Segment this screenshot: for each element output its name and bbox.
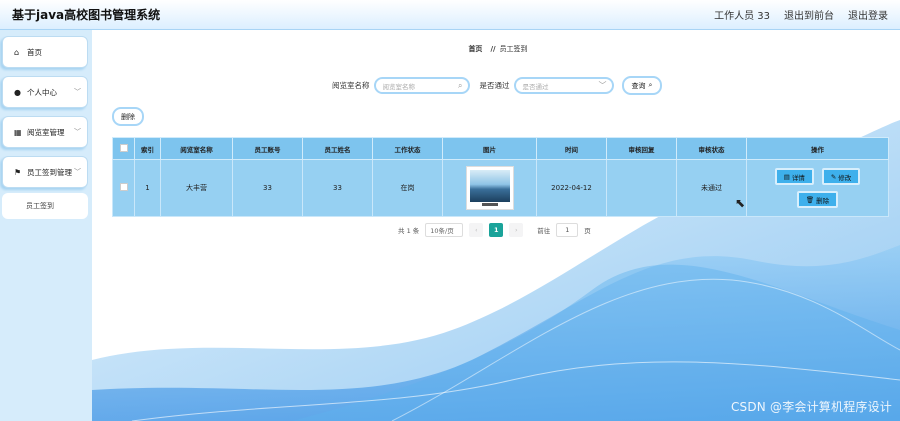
page-size-select[interactable]: 10条/页	[425, 223, 464, 237]
room-name-input[interactable]: 阅览室名称 ⌕	[373, 77, 470, 94]
room-name-label: 阅览室名称	[332, 81, 370, 90]
goto-label: 前往	[537, 227, 551, 235]
cell-room: 大丰营	[160, 159, 233, 217]
grid-icon: ▦	[14, 127, 22, 137]
trash-icon: 🗑	[805, 195, 815, 204]
sidebar-item-home[interactable]: ⌂ 首页	[2, 36, 88, 68]
user-icon: ●	[14, 87, 21, 97]
sidebar-item-label: 阅览室管理	[27, 127, 65, 137]
cell-index: 1	[134, 159, 161, 217]
exit-to-front-link[interactable]: 退出到前台	[784, 7, 834, 22]
row-actions-top: ▤ 详情 ✎ 修改	[774, 168, 861, 185]
sidebar-item-profile[interactable]: ● 个人中心 ﹀	[2, 76, 88, 108]
next-page-button[interactable]: ›	[509, 223, 524, 237]
chevron-down-icon: ﹀	[74, 88, 81, 96]
signin-table: 索引 阅览室名称 员工账号 员工姓名 工作状态 图片 时间 审核回复 审核状态 …	[112, 137, 889, 217]
chevron-down-icon: ﹀	[598, 81, 607, 90]
sidebar-item-label: 首页	[27, 47, 42, 57]
logout-link[interactable]: 退出登录	[848, 7, 888, 22]
watermark: CSDN @李会计算机程序设计	[730, 400, 892, 414]
column-header: 时间	[536, 137, 607, 160]
current-user: 工作人员 33	[714, 11, 770, 22]
delete-label: 删除	[816, 196, 830, 205]
row-checkbox[interactable]	[119, 183, 128, 191]
sidebar-item-signin-mgmt[interactable]: ⚑ 员工签到管理 ﹀	[2, 156, 88, 188]
select-all-checkbox-cell[interactable]	[112, 137, 135, 160]
chevron-down-icon: ﹀	[74, 128, 81, 136]
app-title: 基于java高校图书管理系统	[12, 8, 161, 22]
goto-page-input[interactable]: 1	[556, 223, 579, 237]
column-header: 操作	[746, 137, 889, 160]
home-icon: ⌂	[14, 47, 20, 57]
row-actions: ▤ 详情 ✎ 修改 🗑 删除	[747, 168, 888, 208]
search-icon: ⌕	[648, 81, 653, 89]
detail-label: 详情	[791, 173, 805, 182]
cell-name: 33	[302, 159, 373, 217]
cell-status: 在岗	[372, 159, 443, 217]
delete-button[interactable]: 🗑 删除	[796, 191, 839, 208]
column-header: 员工账号	[232, 137, 303, 160]
cell-account: 33	[232, 159, 303, 217]
breadcrumb-home[interactable]: 首页	[468, 45, 482, 53]
edit-label: 修改	[838, 173, 852, 182]
column-header: 图片	[442, 137, 537, 160]
cell-reply	[606, 159, 677, 217]
batch-delete-label: 删除	[121, 112, 135, 121]
sidebar-subitem-signin[interactable]: 员工签到	[2, 193, 88, 219]
sidebar-item-reading-room[interactable]: ▦ 阅览室管理 ﹀	[2, 116, 88, 148]
chevron-left-icon: ‹	[474, 226, 478, 234]
mouse-cursor-icon: ⬉	[735, 196, 746, 210]
cell-image	[442, 159, 537, 217]
cell-time: 2022-04-12	[536, 159, 607, 217]
monitor-stand	[481, 203, 498, 206]
column-header: 审核回复	[606, 137, 677, 160]
pass-status-select[interactable]: 是否通过 ﹀	[513, 77, 614, 94]
search-icon: ⌕	[458, 80, 463, 90]
select-all-checkbox[interactable]	[119, 143, 128, 152]
column-header: 工作状态	[372, 137, 443, 160]
top-header: 基于java高校图书管理系统 工作人员 33 退出到前台 退出登录	[0, 0, 900, 30]
column-header: 阅览室名称	[160, 137, 233, 160]
sidebar: ⌂ 首页 ● 个人中心 ﹀ ▦ 阅览室管理 ﹀ ⚑ 员工签到管理 ﹀ 员工签到	[0, 30, 92, 421]
pass-status-label: 是否通过	[479, 81, 510, 90]
search-bar: 阅览室名称 阅览室名称 ⌕ 是否通过 是否通过 ﹀ 查询 ⌕	[332, 76, 663, 95]
page-size-value: 10条/页	[430, 227, 454, 235]
column-header: 索引	[134, 137, 161, 160]
prev-page-button[interactable]: ‹	[469, 223, 484, 237]
room-name-placeholder: 阅览室名称	[382, 82, 416, 91]
column-header: 员工姓名	[302, 137, 373, 160]
breadcrumb-separator: //	[490, 45, 496, 53]
monitor-screen	[469, 170, 510, 202]
monitor-thumbnail[interactable]	[465, 166, 514, 210]
table-row: 1 大丰营 33 33 在岗 2022-04-12 未通过 ▤ 详情 ✎ 修改 …	[112, 159, 889, 217]
detail-icon: ▤	[783, 172, 790, 181]
detail-button[interactable]: ▤ 详情	[774, 168, 814, 185]
breadcrumb: 首页 //员工签到	[92, 44, 900, 54]
query-button[interactable]: 查询 ⌕	[621, 76, 663, 95]
current-page-button[interactable]: 1	[489, 223, 504, 237]
query-label: 查询	[631, 81, 646, 90]
chevron-down-icon: ﹀	[74, 168, 81, 176]
row-checkbox-cell[interactable]	[112, 159, 135, 217]
pagination: 共 1 条 10条/页 ‹ 1 › 前往 1 页	[398, 223, 591, 237]
table-header-row: 索引 阅览室名称 员工账号 员工姓名 工作状态 图片 时间 审核回复 审核状态 …	[112, 137, 889, 160]
column-header: 审核状态	[676, 137, 747, 160]
sidebar-subitem-label: 员工签到	[26, 202, 54, 210]
breadcrumb-current: 员工签到	[499, 45, 528, 53]
page-unit-label: 页	[584, 227, 591, 235]
batch-delete-button[interactable]: 删除	[112, 107, 144, 126]
edit-icon: ✎	[830, 172, 837, 181]
sidebar-item-label: 员工签到管理	[27, 167, 72, 177]
header-actions: 工作人员 33 退出到前台 退出登录	[714, 7, 888, 22]
edit-button[interactable]: ✎ 修改	[821, 168, 861, 185]
total-count: 共 1 条	[398, 227, 420, 235]
main-content: 首页//员工签到 阅览室名称 阅览室名称 ⌕ 是否通过 是否通过 ﹀ 查询 ⌕ …	[92, 30, 900, 421]
pass-status-placeholder: 是否通过	[522, 82, 549, 91]
cell-operations: ▤ 详情 ✎ 修改 🗑 删除	[746, 159, 889, 217]
chevron-right-icon: ›	[514, 226, 518, 234]
flag-icon: ⚑	[14, 167, 22, 177]
sidebar-item-label: 个人中心	[27, 87, 57, 97]
